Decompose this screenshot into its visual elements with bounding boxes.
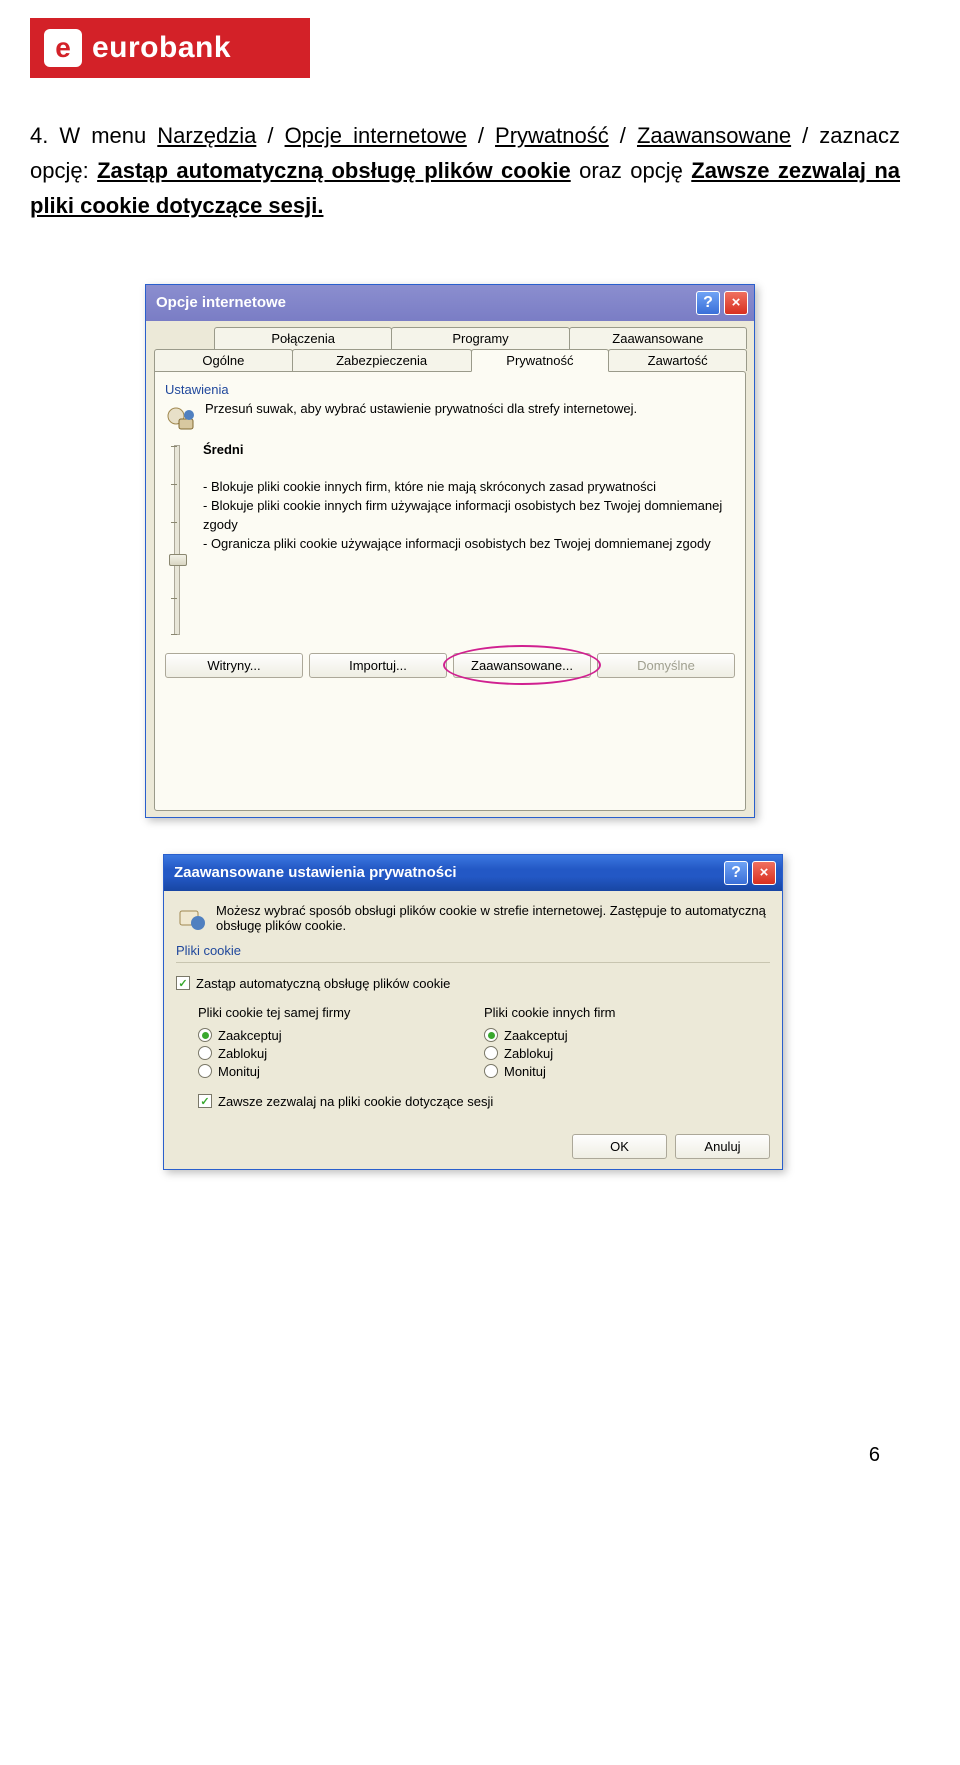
import-button[interactable]: Importuj... bbox=[309, 653, 447, 678]
third-party-cookies-column: Pliki cookie innych firm Zaakceptuj Zabl… bbox=[484, 1005, 770, 1082]
sites-button[interactable]: Witryny... bbox=[165, 653, 303, 678]
third-party-prompt-radio[interactable]: Monituj bbox=[484, 1064, 770, 1079]
screenshot-area: Opcje internetowe ? × Połączenia Program… bbox=[145, 284, 785, 1414]
tab-prywatnosc[interactable]: Prywatność bbox=[471, 349, 610, 372]
settings-description: Przesuń suwak, aby wybrać ustawienie pry… bbox=[205, 401, 637, 416]
cancel-button[interactable]: Anuluj bbox=[675, 1134, 770, 1159]
first-party-block-radio[interactable]: Zablokuj bbox=[198, 1046, 484, 1061]
titlebar-advanced-privacy: Zaawansowane ustawienia prywatności ? × bbox=[164, 855, 782, 891]
first-party-cookies-label: Pliki cookie tej samej firmy bbox=[198, 1005, 484, 1020]
titlebar-internet-options: Opcje internetowe ? × bbox=[146, 285, 754, 321]
internet-options-dialog: Opcje internetowe ? × Połączenia Program… bbox=[145, 284, 755, 818]
tab-zabezpieczenia[interactable]: Zabezpieczenia bbox=[292, 349, 472, 371]
privacy-level-description: Średni - Blokuje pliki cookie innych fir… bbox=[203, 441, 735, 635]
tab-polaczenia[interactable]: Połączenia bbox=[214, 327, 392, 349]
advanced-privacy-dialog: Zaawansowane ustawienia prywatności ? × … bbox=[163, 854, 783, 1170]
close-button[interactable]: × bbox=[752, 861, 776, 885]
advanced-description: Możesz wybrać sposób obsługi plików cook… bbox=[216, 903, 770, 933]
third-party-cookies-label: Pliki cookie innych firm bbox=[484, 1005, 770, 1020]
tab-zaawansowane[interactable]: Zaawansowane bbox=[569, 327, 747, 349]
tab-programy[interactable]: Programy bbox=[391, 327, 569, 349]
privacy-tab-panel: Ustawienia Przesuń suwak, aby wybrać ust… bbox=[154, 371, 746, 811]
instruction-step: 4. W menu Narzędzia / Opcje internetowe … bbox=[30, 118, 900, 224]
eurobank-logo-icon: e bbox=[44, 29, 82, 67]
cookie-icon bbox=[176, 903, 208, 935]
title-text: Opcje internetowe bbox=[156, 294, 286, 311]
override-cookie-checkbox[interactable]: ✓ Zastąp automatyczną obsługę plików coo… bbox=[176, 976, 770, 991]
title-text: Zaawansowane ustawienia prywatności bbox=[174, 864, 457, 881]
settings-section-label: Ustawienia bbox=[165, 382, 735, 397]
cookies-section-label: Pliki cookie bbox=[176, 943, 770, 958]
tab-zawartosc[interactable]: Zawartość bbox=[608, 349, 747, 371]
privacy-level-name: Średni bbox=[203, 442, 243, 457]
help-button[interactable]: ? bbox=[696, 291, 720, 315]
eurobank-logo-text: eurobank bbox=[92, 31, 231, 65]
third-party-accept-radio[interactable]: Zaakceptuj bbox=[484, 1028, 770, 1043]
close-button[interactable]: × bbox=[724, 291, 748, 315]
third-party-block-radio[interactable]: Zablokuj bbox=[484, 1046, 770, 1061]
titlebar-buttons: ? × bbox=[724, 861, 776, 885]
tab-ogolne[interactable]: Ogólne bbox=[154, 349, 293, 371]
eurobank-logo: e eurobank bbox=[30, 18, 310, 78]
first-party-accept-radio[interactable]: Zaakceptuj bbox=[198, 1028, 484, 1043]
default-button: Domyślne bbox=[597, 653, 735, 678]
advanced-button[interactable]: Zaawansowane... bbox=[453, 653, 591, 678]
titlebar-buttons: ? × bbox=[696, 291, 748, 315]
session-cookies-checkbox[interactable]: ✓ Zawsze zezwalaj na pliki cookie dotycz… bbox=[176, 1094, 770, 1109]
first-party-cookies-column: Pliki cookie tej samej firmy Zaakceptuj … bbox=[198, 1005, 484, 1082]
first-party-prompt-radio[interactable]: Monituj bbox=[198, 1064, 484, 1079]
privacy-icon bbox=[165, 401, 197, 433]
privacy-slider[interactable] bbox=[165, 445, 189, 635]
help-button[interactable]: ? bbox=[724, 861, 748, 885]
ok-button[interactable]: OK bbox=[572, 1134, 667, 1159]
page-number: 6 bbox=[30, 1444, 900, 1467]
